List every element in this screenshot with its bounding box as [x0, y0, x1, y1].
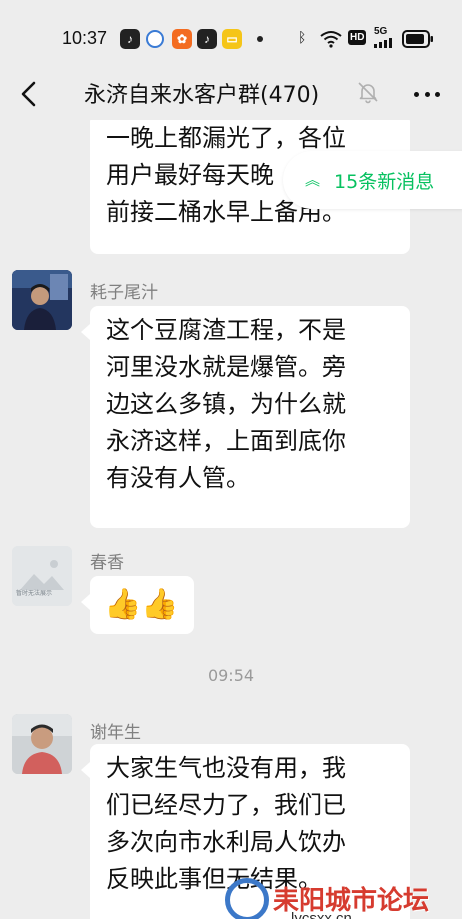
timestamp: 09:54: [207, 666, 255, 685]
avatar[interactable]: [12, 714, 72, 774]
forum-logo-icon: [225, 878, 269, 919]
back-arrow-icon[interactable]: [14, 78, 46, 110]
double-up-arrow-icon: ︽: [305, 170, 321, 189]
group-title: 永济自来水客户群(470): [84, 83, 320, 108]
battery-icon: [402, 30, 433, 48]
avatar-image: [12, 270, 72, 330]
message-bubble[interactable]: 👍👍: [90, 576, 194, 634]
yellow-app-icon: ▭: [222, 29, 242, 49]
signal-icon: [374, 38, 392, 48]
bluetooth-icon: ᛒ: [298, 29, 307, 45]
sender-name: 耗子尾汁: [90, 283, 158, 303]
watermark-url: lycsxx.cn: [291, 910, 352, 919]
bubble-tail: [81, 324, 90, 340]
circle-app-icon: [146, 30, 164, 48]
new-messages-button[interactable]: ︽ 15条新消息: [283, 151, 462, 209]
tiktok-icon: ♪: [197, 29, 217, 49]
avatar-image: [12, 714, 72, 774]
sender-name: 春香: [90, 553, 124, 573]
network-label: 5G: [374, 26, 388, 37]
avatar-caption: 暂时无法展示: [16, 590, 53, 597]
new-messages-label: 15条新消息: [334, 170, 435, 193]
bubble-tail: [81, 762, 90, 778]
status-bar: 10:37 ♪ ✿ ♪ ▭ ᛒ HD 5G: [0, 0, 462, 78]
hd-icon: HD: [348, 30, 367, 45]
chat-header: 永济自来水客户群(470): [0, 68, 462, 120]
status-time: 10:37: [62, 28, 108, 48]
orange-app-icon: ✿: [172, 29, 192, 49]
avatar[interactable]: 暂时无法展示: [12, 546, 72, 606]
tiktok-icon: ♪: [120, 29, 140, 49]
more-notifications-icon: [257, 36, 263, 42]
more-options-icon[interactable]: [410, 80, 444, 108]
watermark: 耒阳城市论坛 lycsxx.cn: [225, 878, 462, 919]
sender-name: 谢年生: [90, 723, 141, 743]
avatar-placeholder-image: [12, 546, 72, 606]
message-bubble[interactable]: 这个豆腐渣工程，不是 河里没水就是爆管。旁 边这么多镇，为什么就 永济这样，上面…: [90, 306, 410, 528]
chat-area[interactable]: 一晚上都漏光了，各位 用户最好每天晚 前接二桶水早上备用。 ︽ 15条新消息 耗…: [0, 120, 462, 919]
wifi-icon: [320, 31, 342, 48]
bubble-tail: [81, 594, 90, 610]
muted-bell-icon: [358, 82, 378, 104]
avatar[interactable]: [12, 270, 72, 330]
